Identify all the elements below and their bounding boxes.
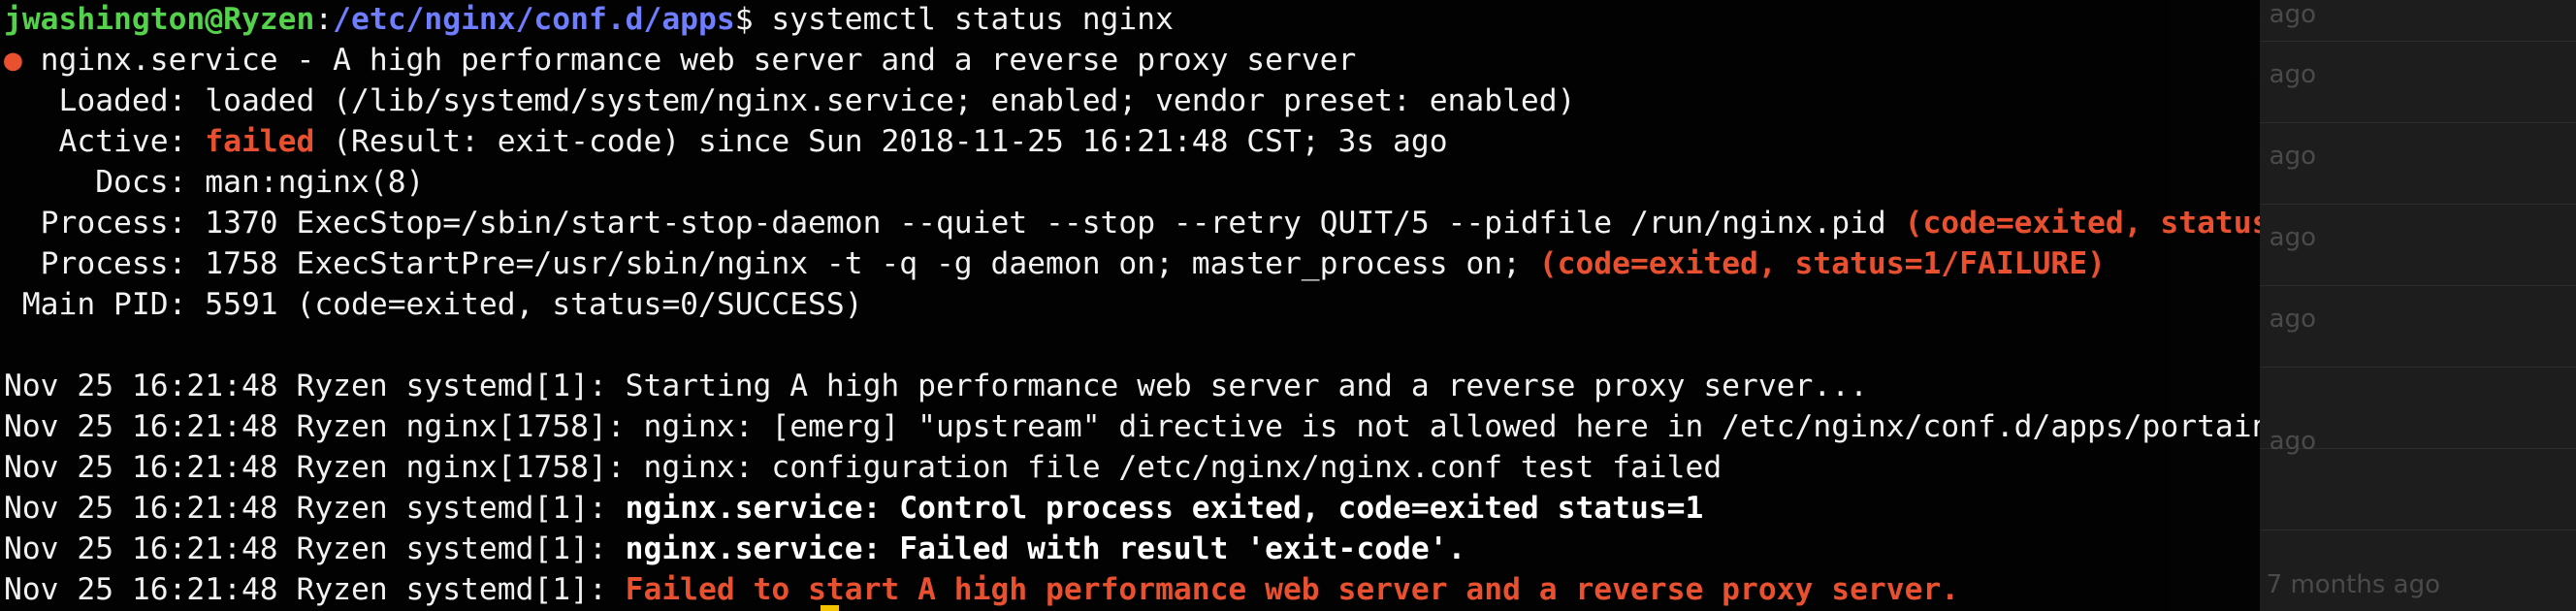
screen: s ago s ago s ago s ago s ago s ago 7 mo… (0, 0, 2576, 611)
status-docs-line: Docs: man:nginx(8) (4, 165, 425, 200)
log-message: nginx: configuration file /etc/nginx/ngi… (643, 450, 1723, 485)
status-active-label: Active: (4, 124, 206, 159)
status-active-line: Active: failed (Result: exit-code) since… (4, 122, 2260, 163)
prompt-separator: : (314, 2, 334, 37)
log-message: Starting A high performance web server a… (625, 369, 1868, 403)
status-process-line: Process: 1758 ExecStartPre=/usr/sbin/ngi… (4, 244, 2260, 285)
log-line: Nov 25 16:21:48 Ryzen systemd[1]: Failed… (4, 570, 2260, 611)
prompt-user-host: jwashington@Ryzen (4, 2, 315, 37)
log-line: Nov 25 16:21:48 Ryzen systemd[1]: nginx.… (4, 530, 2260, 570)
prompt-line: jwashington@Ryzen:/etc/nginx/conf.d/apps… (4, 0, 2260, 41)
status-mainpid-line: Main PID: 5591 (code=exited, status=0/SU… (4, 287, 863, 322)
status-loaded-line: Loaded: loaded (/lib/systemd/system/ngin… (4, 83, 1576, 118)
status-process-line: Process: 1370 ExecStop=/sbin/start-stop-… (4, 204, 2260, 244)
status-unit-line: ● nginx.service - A high performance web… (4, 41, 2260, 81)
log-line: Nov 25 16:21:48 Ryzen nginx[1758]: nginx… (4, 448, 2260, 489)
status-active-detail: (Result: exit-code) since Sun 2018-11-25… (314, 124, 1448, 159)
status-bullet-icon: ● (4, 43, 22, 78)
prompt-symbol: $ (734, 2, 772, 37)
log-line: Nov 25 16:21:48 Ryzen systemd[1]: Starti… (4, 367, 2260, 407)
process-text: Process: 1758 ExecStartPre=/usr/sbin/ngi… (4, 246, 1539, 281)
terminal-window[interactable]: jwashington@Ryzen:/etc/nginx/conf.d/apps… (0, 0, 2260, 611)
status-active-state: failed (205, 124, 315, 159)
log-prefix: Nov 25 16:21:48 Ryzen systemd[1]: (4, 531, 626, 566)
log-prefix: Nov 25 16:21:48 Ryzen nginx[1758]: (4, 450, 644, 485)
log-line: Nov 25 16:21:48 Ryzen nginx[1758]: nginx… (4, 407, 2260, 448)
log-message: nginx.service: Control process exited, c… (625, 491, 1704, 526)
prompt-command: systemctl status nginx (771, 2, 1174, 37)
status-unit-text: nginx.service - A high performance web s… (21, 43, 1357, 78)
log-message: nginx.service: Failed with result 'exit-… (625, 531, 1466, 566)
terminal-output: jwashington@Ryzen:/etc/nginx/conf.d/apps… (0, 0, 2260, 611)
prompt-path: /etc/nginx/conf.d/apps (333, 2, 735, 37)
process-text: Process: 1370 ExecStop=/sbin/start-stop-… (4, 206, 1905, 241)
log-message: nginx: [emerg] "upstream" directive is n… (643, 409, 2260, 444)
background-age-label: 7 months ago (2266, 570, 2440, 599)
log-line: Nov 25 16:21:48 Ryzen systemd[1]: nginx.… (4, 489, 2260, 530)
log-prefix: Nov 25 16:21:48 Ryzen systemd[1]: (4, 491, 626, 526)
process-result: (code=exited, status=2) (1904, 206, 2260, 241)
process-result: (code=exited, status=1/FAILURE) (1538, 246, 2106, 281)
terminal-cursor (821, 605, 839, 611)
log-prefix: Nov 25 16:21:48 Ryzen nginx[1758]: (4, 409, 644, 444)
log-message-error: Failed to start A high performance web s… (625, 572, 1960, 607)
log-prefix: Nov 25 16:21:48 Ryzen systemd[1]: (4, 369, 626, 403)
log-prefix: Nov 25 16:21:48 Ryzen systemd[1]: (4, 572, 626, 607)
